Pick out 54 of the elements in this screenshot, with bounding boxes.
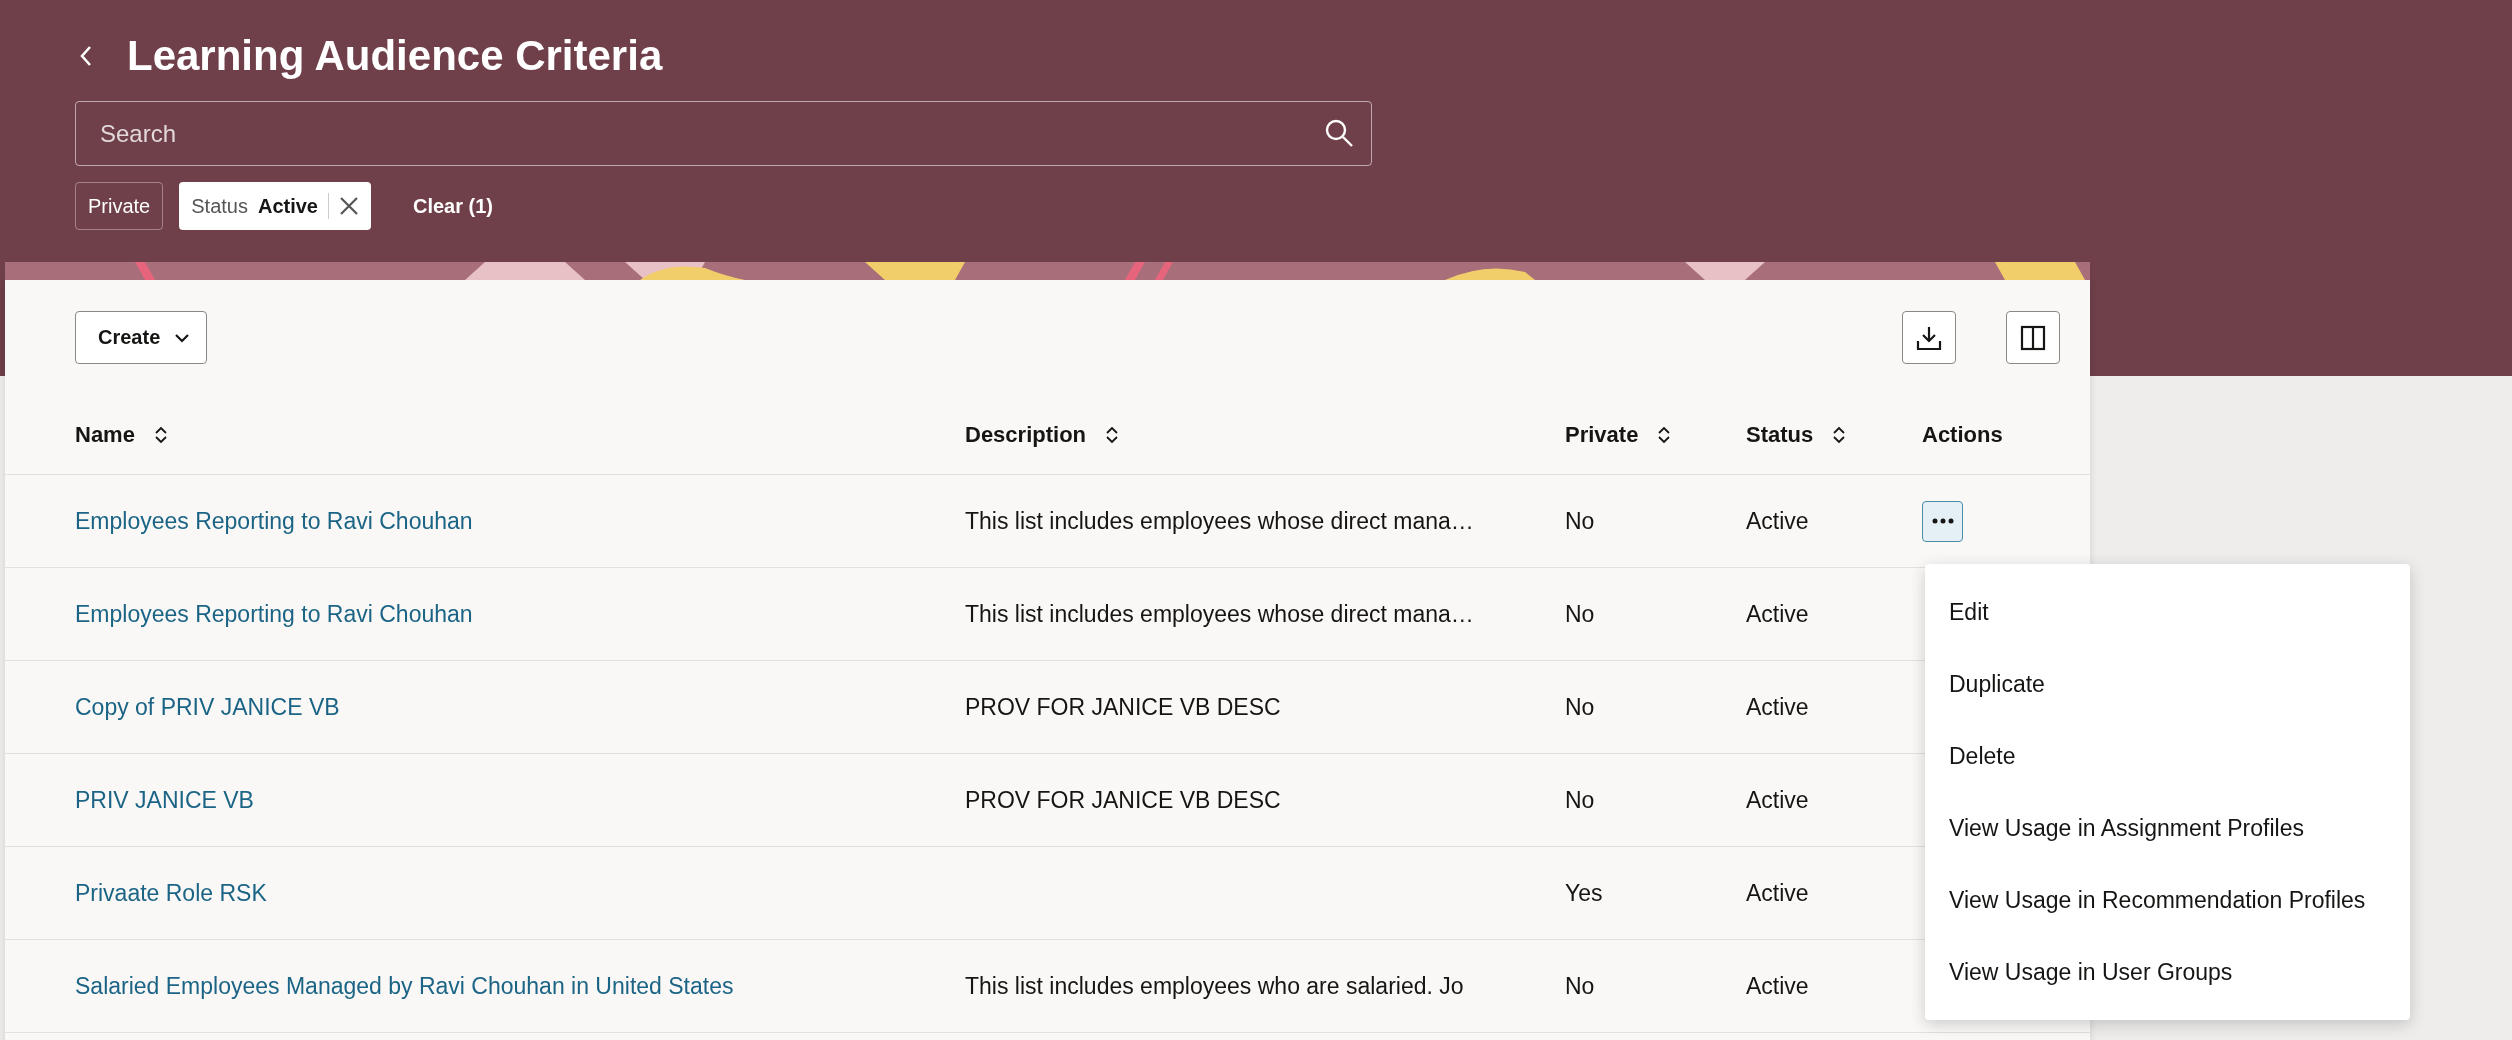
filter-chip[interactable]: Status Active: [179, 182, 371, 230]
columns-button[interactable]: [2006, 311, 2060, 364]
column-header[interactable]: Status: [1746, 422, 1848, 448]
filter-chip[interactable]: Private: [75, 182, 164, 230]
sort-icon: [1104, 426, 1121, 444]
name-link[interactable]: Salaried Employees Managed by Ravi Chouhan in United States: [75, 972, 734, 1000]
close-icon[interactable]: [339, 196, 359, 216]
status-cell: Active: [1746, 786, 1809, 814]
chevron-down-icon: [174, 332, 191, 343]
private-cell: No: [1565, 972, 1595, 1000]
menu-item[interactable]: Duplicate: [1925, 648, 2410, 720]
menu-item[interactable]: View Usage in Recommendation Profiles: [1925, 864, 2410, 936]
name-link[interactable]: Privaate Role RSK: [75, 879, 267, 907]
page-title: Learning Audience Criteria: [127, 32, 663, 80]
description-cell: PROV FOR JANICE VB DESC: [965, 786, 1281, 814]
name-link[interactable]: Employees Reporting to Ravi Chouhan: [75, 600, 473, 628]
create-button[interactable]: Create: [75, 311, 208, 364]
menu-item[interactable]: View Usage in User Groups: [1925, 936, 2410, 1008]
column-header[interactable]: Name: [75, 422, 169, 448]
download-icon: [1916, 324, 1942, 351]
sort-icon: [152, 426, 169, 444]
menu-item[interactable]: Delete: [1925, 720, 2410, 792]
status-cell: Active: [1746, 507, 1809, 535]
column-header[interactable]: Private: [1565, 422, 1673, 448]
back-icon: [79, 45, 93, 67]
description-cell: This list includes employees whose direct mana…: [965, 507, 1474, 535]
status-cell: Active: [1746, 600, 1809, 628]
private-cell: No: [1565, 786, 1595, 814]
name-link[interactable]: Copy of PRIV JANICE VB: [75, 693, 340, 721]
sort-icon: [1656, 426, 1673, 444]
sort-icon: [1831, 426, 1848, 444]
private-cell: No: [1565, 507, 1595, 535]
more-actions-button[interactable]: [1922, 500, 1963, 542]
private-cell: No: [1565, 693, 1595, 721]
status-cell: Active: [1746, 972, 1809, 1000]
private-cell: Yes: [1565, 879, 1603, 907]
description-cell: This list includes employees whose direct mana…: [965, 600, 1474, 628]
clear-filters-link[interactable]: Clear (1): [409, 190, 497, 222]
columns-icon: [2020, 324, 2046, 351]
name-link[interactable]: Employees Reporting to Ravi Chouhan: [75, 507, 473, 535]
description-cell: PROV FOR JANICE VB DESC: [965, 693, 1281, 721]
private-cell: No: [1565, 600, 1595, 628]
menu-item[interactable]: Edit: [1925, 576, 2410, 648]
status-cell: Active: [1746, 879, 1809, 907]
name-link[interactable]: PRIV JANICE VB: [75, 786, 254, 814]
more-icon: [1931, 518, 1954, 524]
search-field[interactable]: Search: [75, 101, 1372, 166]
status-cell: Active: [1746, 693, 1809, 721]
column-header[interactable]: Description: [965, 422, 1121, 448]
column-header: Actions: [1922, 422, 2003, 448]
description-cell: This list includes employees who are salaried. Jo: [965, 972, 1464, 1000]
download-button[interactable]: [1902, 311, 1956, 364]
search-icon: [1324, 118, 1354, 148]
menu-item[interactable]: View Usage in Assignment Profiles: [1925, 792, 2410, 864]
